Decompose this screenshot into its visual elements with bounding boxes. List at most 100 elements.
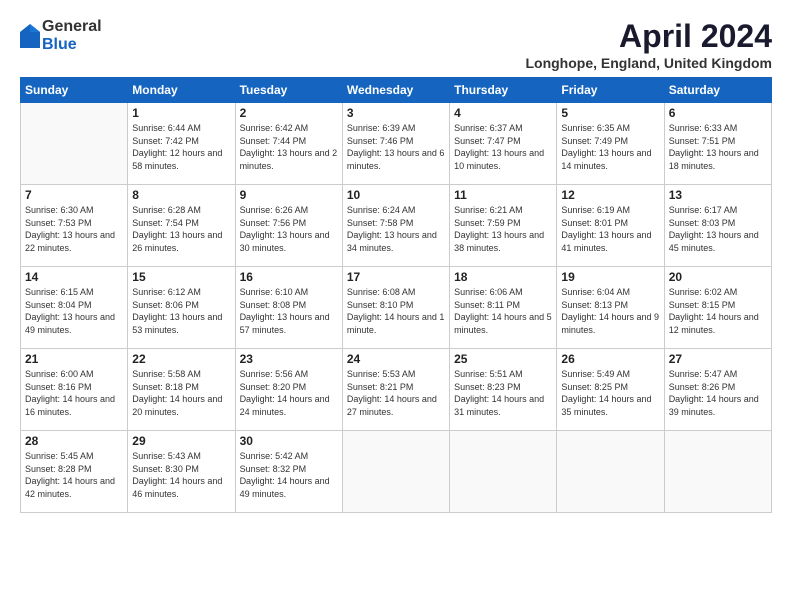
logo-general: General xyxy=(42,18,102,36)
day-number: 29 xyxy=(132,434,230,448)
day-info: Sunrise: 6:02 AM Sunset: 8:15 PM Dayligh… xyxy=(669,286,767,336)
day-info: Sunrise: 6:17 AM Sunset: 8:03 PM Dayligh… xyxy=(669,204,767,254)
day-cell: 21 Sunrise: 6:00 AM Sunset: 8:16 PM Dayli… xyxy=(21,349,128,431)
day-header-saturday: Saturday xyxy=(664,78,771,103)
day-info: Sunrise: 6:26 AM Sunset: 7:56 PM Dayligh… xyxy=(240,204,338,254)
day-cell: 25Sunrise: 5:51 AM Sunset: 8:23 PM Dayli… xyxy=(450,349,557,431)
day-info: Sunrise: 6:35 AM Sunset: 7:49 PM Dayligh… xyxy=(561,122,659,172)
day-info: Sunrise: 5:49 AM Sunset: 8:25 PM Dayligh… xyxy=(561,368,659,418)
day-number: 4 xyxy=(454,106,552,120)
day-cell: 9 Sunrise: 6:26 AM Sunset: 7:56 PM Daylig… xyxy=(235,185,342,267)
day-info: Sunrise: 6:19 AM Sunset: 8:01 PM Dayligh… xyxy=(561,204,659,254)
day-cell xyxy=(557,431,664,513)
day-cell xyxy=(342,431,449,513)
day-number: 30 xyxy=(240,434,338,448)
day-cell: 29 Sunrise: 5:43 AM Sunset: 8:30 PM Dayli… xyxy=(128,431,235,513)
day-info: Sunrise: 6:39 AM Sunset: 7:46 PM Dayligh… xyxy=(347,122,445,172)
logo: General Blue xyxy=(20,18,102,53)
day-cell: 11 Sunrise: 6:21 AM Sunset: 7:59 PM Dayli… xyxy=(450,185,557,267)
day-info: Sunrise: 5:51 AM Sunset: 8:23 PM Dayligh… xyxy=(454,368,552,418)
day-header-friday: Friday xyxy=(557,78,664,103)
day-info: Sunrise: 6:44 AM Sunset: 7:42 PM Dayligh… xyxy=(132,122,230,172)
day-info: Sunrise: 6:37 AM Sunset: 7:47 PM Dayligh… xyxy=(454,122,552,172)
day-info: Sunrise: 5:56 AM Sunset: 8:20 PM Dayligh… xyxy=(240,368,338,418)
day-info: Sunrise: 6:15 AM Sunset: 8:04 PM Dayligh… xyxy=(25,286,123,336)
day-number: 3 xyxy=(347,106,445,120)
day-number: 18 xyxy=(454,270,552,284)
day-cell: 24 Sunrise: 5:53 AM Sunset: 8:21 PM Dayli… xyxy=(342,349,449,431)
day-number: 7 xyxy=(25,188,123,202)
day-cell: 18Sunrise: 6:06 AM Sunset: 8:11 PM Dayli… xyxy=(450,267,557,349)
day-cell: 22 Sunrise: 5:58 AM Sunset: 8:18 PM Dayli… xyxy=(128,349,235,431)
day-info: Sunrise: 6:24 AM Sunset: 7:58 PM Dayligh… xyxy=(347,204,445,254)
day-cell: 27 Sunrise: 5:47 AM Sunset: 8:26 PM Dayli… xyxy=(664,349,771,431)
day-cell: 30 Sunrise: 5:42 AM Sunset: 8:32 PM Dayli… xyxy=(235,431,342,513)
day-cell: 3 Sunrise: 6:39 AM Sunset: 7:46 PM Daylig… xyxy=(342,103,449,185)
day-number: 24 xyxy=(347,352,445,366)
day-number: 12 xyxy=(561,188,659,202)
day-info: Sunrise: 5:58 AM Sunset: 8:18 PM Dayligh… xyxy=(132,368,230,418)
day-number: 28 xyxy=(25,434,123,448)
day-number: 20 xyxy=(669,270,767,284)
day-cell: 23 Sunrise: 5:56 AM Sunset: 8:20 PM Dayli… xyxy=(235,349,342,431)
day-number: 22 xyxy=(132,352,230,366)
day-info: Sunrise: 6:12 AM Sunset: 8:06 PM Dayligh… xyxy=(132,286,230,336)
day-cell xyxy=(21,103,128,185)
day-info: Sunrise: 6:33 AM Sunset: 7:51 PM Dayligh… xyxy=(669,122,767,172)
day-info: Sunrise: 5:47 AM Sunset: 8:26 PM Dayligh… xyxy=(669,368,767,418)
day-info: Sunrise: 6:04 AM Sunset: 8:13 PM Dayligh… xyxy=(561,286,659,336)
day-cell: 20 Sunrise: 6:02 AM Sunset: 8:15 PM Dayli… xyxy=(664,267,771,349)
day-number: 26 xyxy=(561,352,659,366)
day-info: Sunrise: 6:00 AM Sunset: 8:16 PM Dayligh… xyxy=(25,368,123,418)
day-header-tuesday: Tuesday xyxy=(235,78,342,103)
day-cell: 16 Sunrise: 6:10 AM Sunset: 8:08 PM Dayli… xyxy=(235,267,342,349)
day-number: 10 xyxy=(347,188,445,202)
day-info: Sunrise: 6:30 AM Sunset: 7:53 PM Dayligh… xyxy=(25,204,123,254)
day-number: 19 xyxy=(561,270,659,284)
header-row: SundayMondayTuesdayWednesdayThursdayFrid… xyxy=(21,78,772,103)
day-number: 8 xyxy=(132,188,230,202)
logo-blue: Blue xyxy=(42,36,102,54)
day-cell: 19 Sunrise: 6:04 AM Sunset: 8:13 PM Dayli… xyxy=(557,267,664,349)
day-cell: 5Sunrise: 6:35 AM Sunset: 7:49 PM Daylig… xyxy=(557,103,664,185)
day-header-monday: Monday xyxy=(128,78,235,103)
page-container: General Blue April 2024 Longhope, Englan… xyxy=(0,0,792,523)
day-cell xyxy=(450,431,557,513)
week-row-3: 14 Sunrise: 6:15 AM Sunset: 8:04 PM Dayli… xyxy=(21,267,772,349)
day-cell: 1 Sunrise: 6:44 AM Sunset: 7:42 PM Daylig… xyxy=(128,103,235,185)
day-cell: 12 Sunrise: 6:19 AM Sunset: 8:01 PM Dayli… xyxy=(557,185,664,267)
month-title: April 2024 xyxy=(525,18,772,55)
day-cell xyxy=(664,431,771,513)
day-info: Sunrise: 6:28 AM Sunset: 7:54 PM Dayligh… xyxy=(132,204,230,254)
day-cell: 2Sunrise: 6:42 AM Sunset: 7:44 PM Daylig… xyxy=(235,103,342,185)
day-number: 6 xyxy=(669,106,767,120)
day-cell: 17 Sunrise: 6:08 AM Sunset: 8:10 PM Dayli… xyxy=(342,267,449,349)
day-header-thursday: Thursday xyxy=(450,78,557,103)
day-cell: 15Sunrise: 6:12 AM Sunset: 8:06 PM Dayli… xyxy=(128,267,235,349)
day-cell: 4 Sunrise: 6:37 AM Sunset: 7:47 PM Daylig… xyxy=(450,103,557,185)
header: General Blue April 2024 Longhope, Englan… xyxy=(20,18,772,71)
title-section: April 2024 Longhope, England, United Kin… xyxy=(525,18,772,71)
day-number: 16 xyxy=(240,270,338,284)
week-row-5: 28Sunrise: 5:45 AM Sunset: 8:28 PM Dayli… xyxy=(21,431,772,513)
day-info: Sunrise: 6:08 AM Sunset: 8:10 PM Dayligh… xyxy=(347,286,445,336)
day-info: Sunrise: 5:42 AM Sunset: 8:32 PM Dayligh… xyxy=(240,450,338,500)
day-number: 21 xyxy=(25,352,123,366)
day-info: Sunrise: 6:21 AM Sunset: 7:59 PM Dayligh… xyxy=(454,204,552,254)
day-cell: 6 Sunrise: 6:33 AM Sunset: 7:51 PM Daylig… xyxy=(664,103,771,185)
day-info: Sunrise: 5:53 AM Sunset: 8:21 PM Dayligh… xyxy=(347,368,445,418)
logo-icon xyxy=(20,24,40,48)
day-number: 14 xyxy=(25,270,123,284)
day-number: 23 xyxy=(240,352,338,366)
week-row-2: 7 Sunrise: 6:30 AM Sunset: 7:53 PM Daylig… xyxy=(21,185,772,267)
day-info: Sunrise: 5:43 AM Sunset: 8:30 PM Dayligh… xyxy=(132,450,230,500)
calendar-table: SundayMondayTuesdayWednesdayThursdayFrid… xyxy=(20,77,772,513)
day-number: 11 xyxy=(454,188,552,202)
day-number: 17 xyxy=(347,270,445,284)
day-header-wednesday: Wednesday xyxy=(342,78,449,103)
day-number: 9 xyxy=(240,188,338,202)
day-number: 1 xyxy=(132,106,230,120)
day-info: Sunrise: 6:10 AM Sunset: 8:08 PM Dayligh… xyxy=(240,286,338,336)
day-header-sunday: Sunday xyxy=(21,78,128,103)
day-number: 27 xyxy=(669,352,767,366)
